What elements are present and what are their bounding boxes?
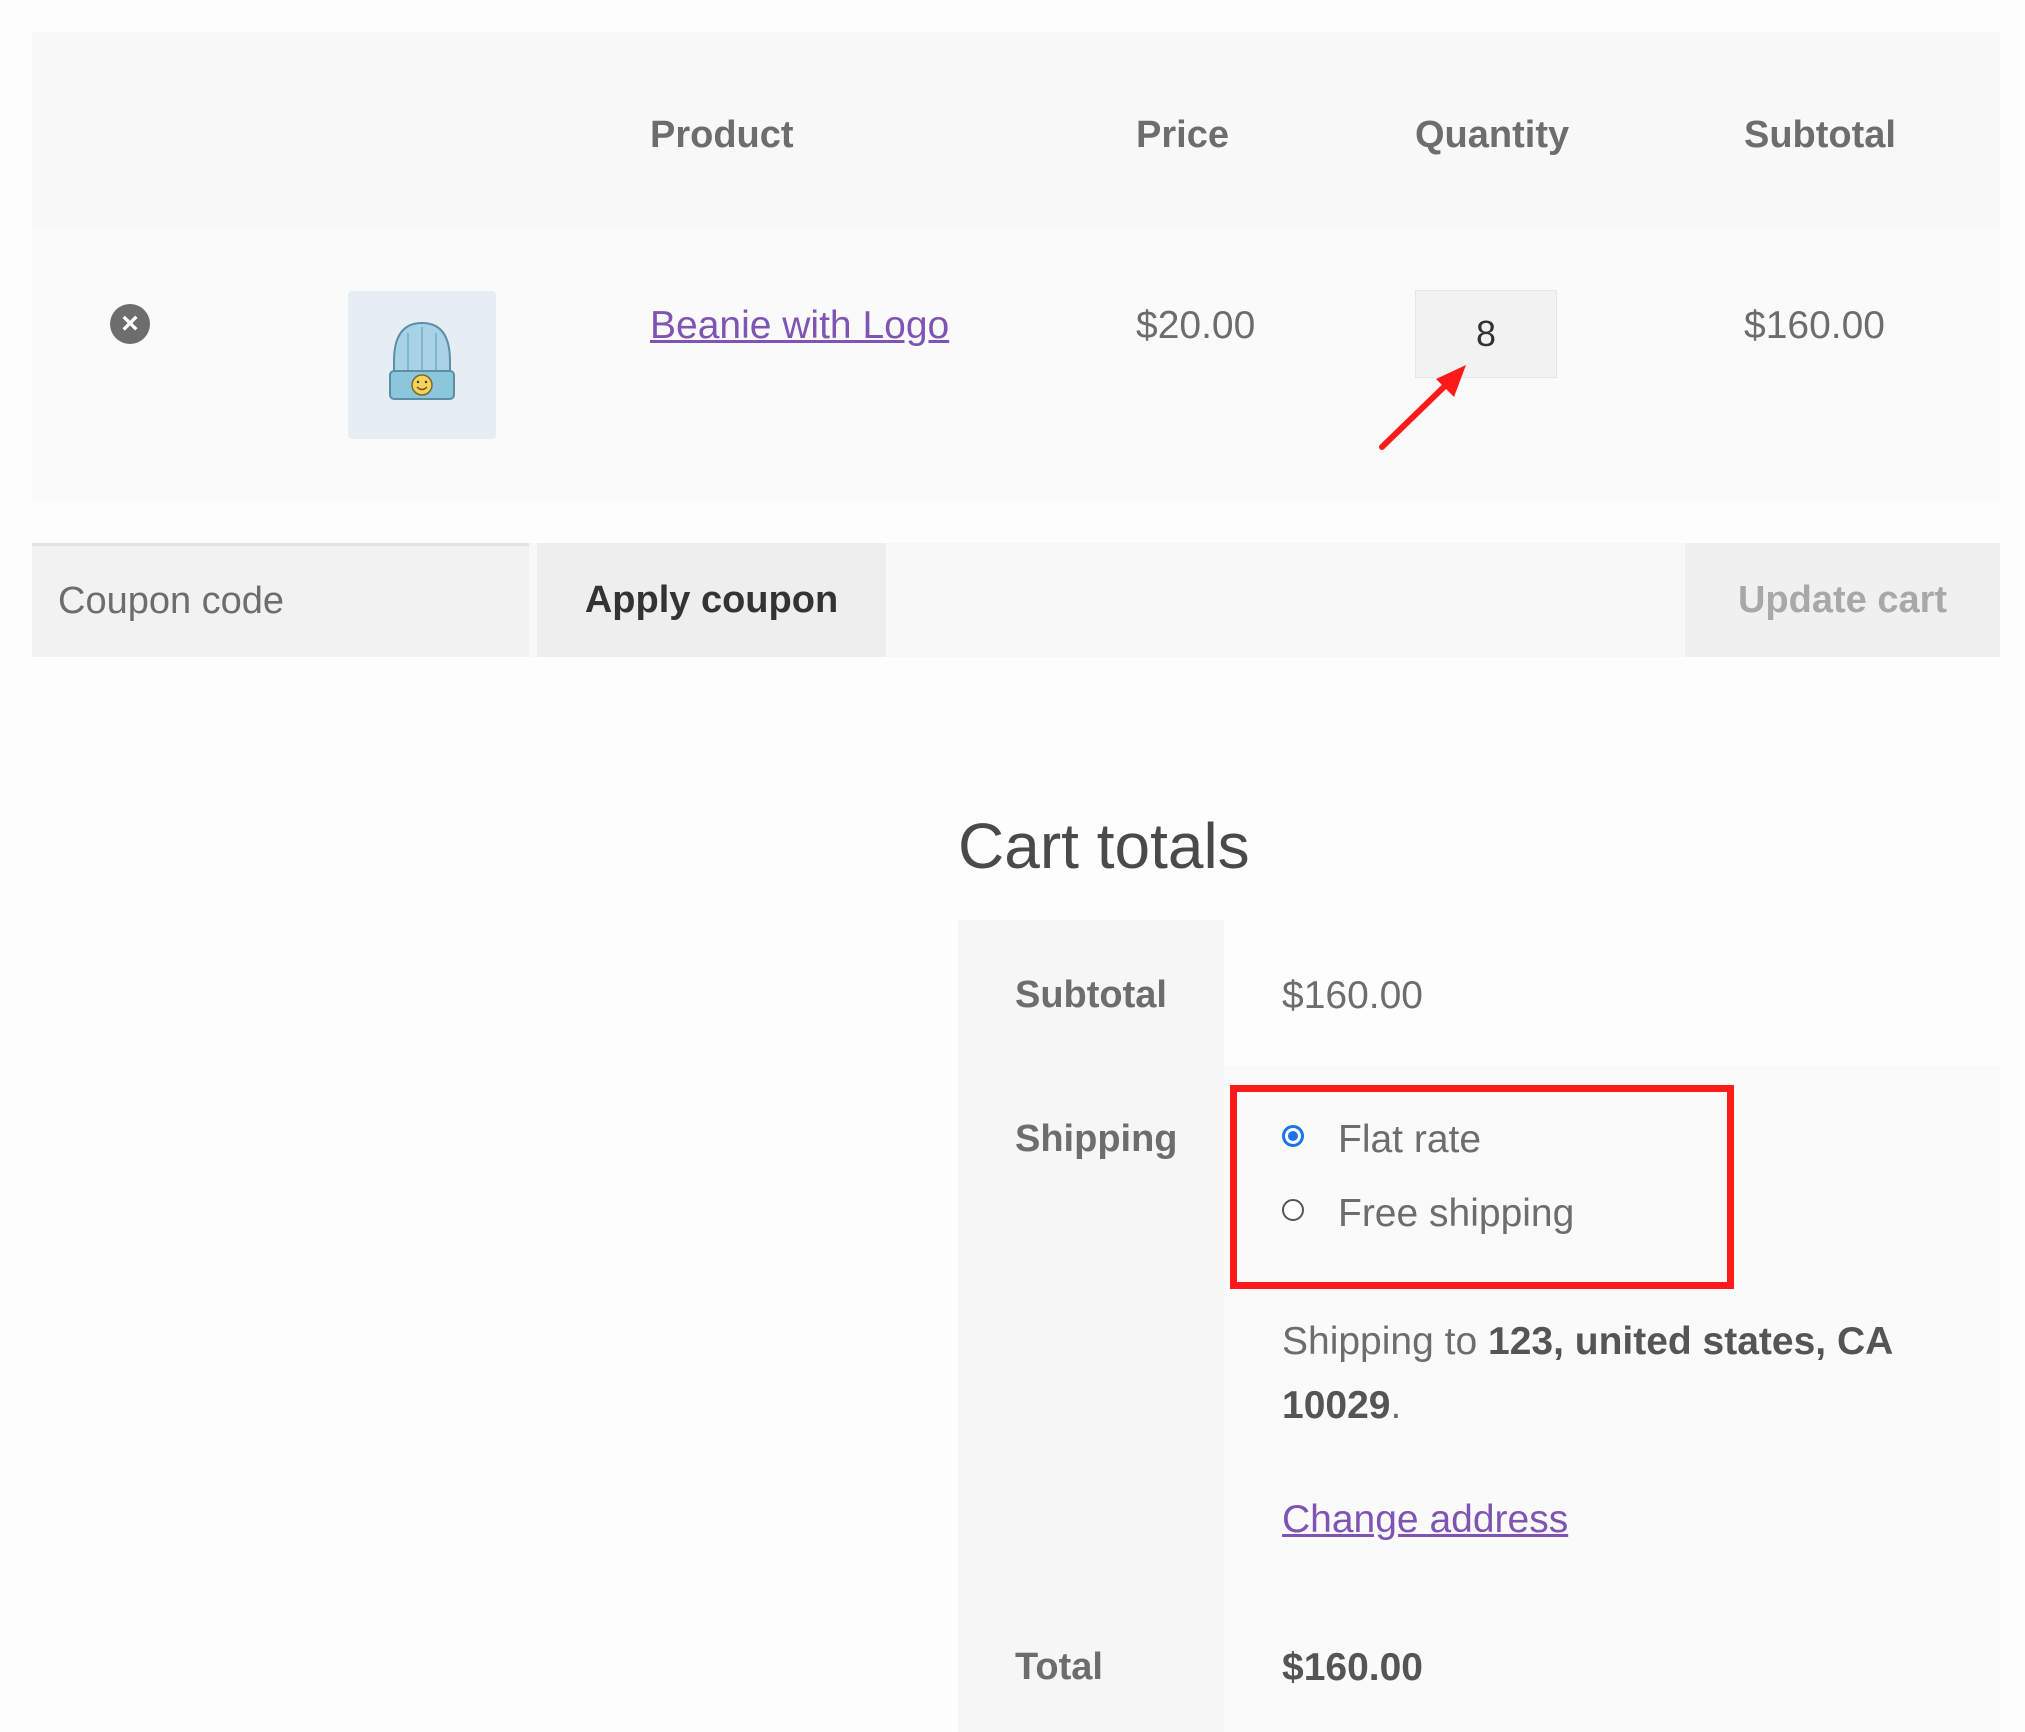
coupon-code-input[interactable]	[32, 543, 529, 657]
annotation-highlight-box	[1230, 1085, 1734, 1289]
total-value: $160.00	[1282, 1646, 1423, 1689]
subtotal-value: $160.00	[1282, 974, 1423, 1017]
beanie-icon	[389, 321, 455, 400]
cart-totals-title: Cart totals	[958, 810, 1250, 882]
change-address-link[interactable]: Change address	[1282, 1500, 1568, 1539]
total-label: Total	[1015, 1646, 1103, 1688]
column-header-quantity: Quantity	[1415, 114, 1570, 156]
cart-table-header	[32, 32, 2000, 226]
update-cart-button[interactable]: Update cart	[1685, 543, 2000, 657]
apply-coupon-button[interactable]: Apply coupon	[537, 543, 886, 657]
product-link[interactable]: Beanie with Logo	[650, 306, 949, 345]
shipping-to-prefix: Shipping to	[1282, 1320, 1478, 1363]
cart-item-row	[32, 226, 2000, 503]
item-subtotal: $160.00	[1744, 304, 1885, 347]
column-header-subtotal: Subtotal	[1744, 114, 1896, 156]
shipping-destination: Shipping to 123, united states, CA 10029…	[1282, 1310, 1922, 1438]
item-price: $20.00	[1136, 304, 1256, 347]
annotation-arrow-icon	[1379, 365, 1466, 450]
close-circle-icon[interactable]: ×	[110, 304, 150, 344]
beanie-with-logo-image[interactable]	[348, 291, 496, 439]
shipping-to-suffix: .	[1390, 1384, 1402, 1427]
shipping-label: Shipping	[1015, 1118, 1178, 1160]
column-header-price: Price	[1136, 114, 1229, 156]
column-header-product: Product	[650, 114, 794, 156]
totals-label-column	[958, 920, 1224, 1732]
subtotal-label: Subtotal	[1015, 974, 1167, 1016]
